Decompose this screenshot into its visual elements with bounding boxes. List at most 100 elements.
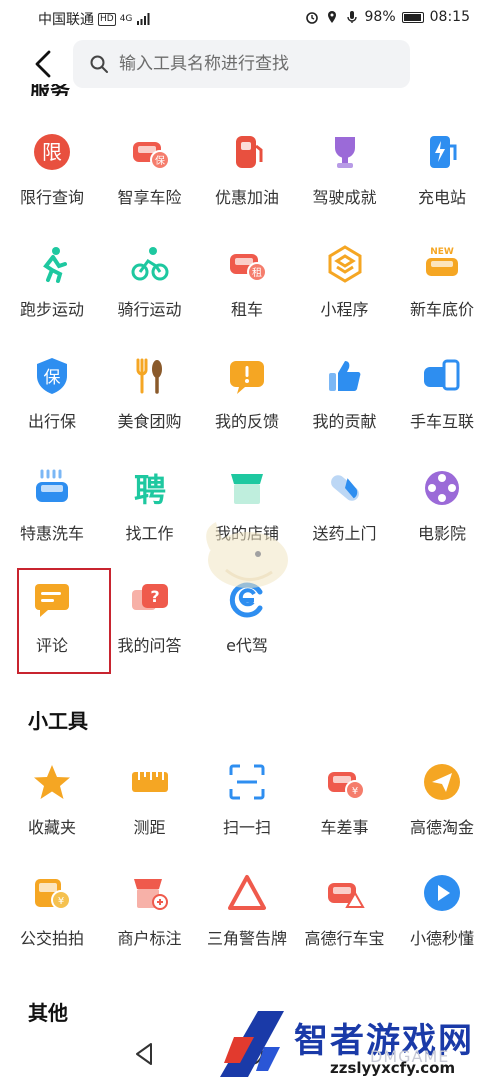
tool-item-label: 商户标注 (117, 929, 182, 948)
watermark-url: zzslyyxcfy.com (330, 1059, 456, 1077)
svg-text:保: 保 (44, 368, 61, 388)
back-button[interactable] (28, 47, 58, 81)
mascot-watermark (206, 522, 288, 588)
shop-mark-icon (133, 879, 168, 910)
trophy-icon (334, 137, 355, 168)
service-item-label: 手车互联 (409, 412, 474, 431)
tool-item[interactable]: 高德淘金 (392, 762, 492, 862)
service-item[interactable]: 我的反馈 (197, 356, 297, 456)
service-item[interactable]: 跑步运动 (2, 244, 102, 344)
service-item[interactable]: 小程序 (295, 244, 395, 344)
svg-text:NEW: NEW (430, 247, 454, 257)
tool-item[interactable]: 小德秒懂 (392, 873, 492, 973)
search-icon (90, 55, 108, 73)
search-box[interactable] (73, 40, 410, 88)
tool-item-label: 公交拍拍 (19, 929, 84, 948)
tool-item[interactable]: 高德行车宝 (295, 873, 395, 973)
service-item[interactable]: 租租车 (197, 244, 297, 344)
service-item[interactable]: 美食团购 (100, 356, 200, 456)
highlight-box (17, 568, 111, 674)
fuel-pump-icon (236, 136, 263, 168)
service-item-label: 优惠加油 (214, 188, 279, 207)
service-item[interactable]: 保智享车险 (100, 132, 200, 232)
clock: 08:15 (429, 9, 470, 25)
tool-item[interactable]: ¥ 车差事 (295, 762, 395, 862)
search-input[interactable] (119, 54, 389, 74)
thumbs-up-icon (328, 361, 360, 391)
bus-camera-icon: ¥ (35, 879, 71, 910)
service-item-label: 美食团购 (117, 412, 182, 431)
fork-spoon-icon (136, 358, 162, 394)
service-item[interactable]: 我的贡献 (295, 356, 395, 456)
svg-text:?: ? (150, 587, 159, 606)
tool-item-label: 三角警告牌 (206, 929, 287, 948)
car-errand-icon: ¥ (327, 772, 365, 800)
service-item-label: 租车 (230, 300, 263, 319)
service-item[interactable]: 驾驶成就 (295, 132, 395, 232)
alarm-icon (305, 12, 318, 24)
svg-text:聘: 聘 (133, 471, 165, 508)
service-item[interactable]: 骑行运动 (100, 244, 200, 344)
tool-item-label: 车差事 (320, 818, 369, 837)
status-bar: 中国联通 HD 4G 98% 08:15 (0, 0, 500, 34)
tool-item-label: 高德行车宝 (304, 929, 385, 948)
tool-item[interactable]: 收藏夹 (2, 762, 102, 862)
dashcam-icon (327, 883, 365, 908)
service-item[interactable]: 特惠洗车 (2, 468, 102, 568)
service-item[interactable]: 电影院 (392, 468, 492, 568)
other-heading: 其他 (28, 1001, 68, 1025)
paper-plane-icon (424, 764, 460, 800)
site-watermark: 智者游戏网 DMGAME zzslyyxcfy.com (210, 1003, 500, 1083)
service-item-label: 新车底价 (409, 300, 474, 319)
svg-text:保: 保 (155, 154, 165, 167)
mini-program-icon (328, 245, 361, 283)
car-insurance-icon: 保 (132, 142, 170, 170)
service-item[interactable]: e代驾 (197, 580, 297, 680)
service-item[interactable]: NEW 新车底价 (392, 244, 492, 344)
service-item-label: 小程序 (320, 300, 369, 319)
battery-icon (401, 11, 424, 23)
play-icon (424, 875, 460, 911)
restriction-icon: 限 (34, 134, 70, 170)
tool-item[interactable]: ¥ 公交拍拍 (2, 873, 102, 973)
service-item-label: 我的问答 (117, 636, 182, 655)
phone-car-icon (424, 359, 460, 391)
service-item-label: 找工作 (125, 524, 174, 543)
service-item-label: 送药上门 (312, 524, 377, 543)
status-left: 中国联通 HD 4G (38, 9, 150, 29)
hd-badge: HD (98, 12, 116, 26)
cyclist-icon (131, 247, 168, 281)
service-item-label: 驾驶成就 (312, 188, 377, 207)
runner-icon (43, 247, 67, 283)
svg-text:租: 租 (252, 266, 262, 279)
service-item[interactable]: 保出行保 (2, 356, 102, 456)
tool-item-label: 高德淘金 (409, 818, 474, 837)
service-item[interactable]: ? 我的问答 (100, 580, 200, 680)
service-item[interactable]: 优惠加油 (197, 132, 297, 232)
chevron-left-icon (35, 50, 51, 78)
tool-item[interactable]: 扫一扫 (197, 762, 297, 862)
service-item-label: 跑步运动 (19, 300, 84, 319)
service-item[interactable]: 手车互联 (392, 356, 492, 456)
service-item[interactable]: 限限行查询 (2, 132, 102, 232)
service-item-label: 电影院 (417, 524, 466, 543)
service-heading: 服务 (30, 84, 90, 96)
service-item-label: 我的反馈 (214, 412, 279, 431)
tool-item[interactable]: 三角警告牌 (197, 873, 297, 973)
shield-icon: 保 (37, 358, 67, 394)
tool-item[interactable]: 测距 (100, 762, 200, 862)
svg-text:限: 限 (42, 140, 62, 164)
ruler-icon (131, 772, 168, 792)
carrier-label: 中国联通 (38, 12, 94, 28)
new-car-icon: NEW (426, 247, 458, 276)
film-reel-icon (425, 471, 459, 505)
service-item[interactable]: 送药上门 (295, 468, 395, 568)
service-item-label: 特惠洗车 (19, 524, 84, 543)
nav-back-icon[interactable] (132, 1041, 156, 1067)
service-item[interactable]: 聘找工作 (100, 468, 200, 568)
location-icon (327, 11, 336, 23)
service-item-label: 骑行运动 (117, 300, 182, 319)
tool-item[interactable]: 商户标注 (100, 873, 200, 973)
star-icon (34, 765, 70, 799)
service-item[interactable]: 充电站 (392, 132, 492, 232)
